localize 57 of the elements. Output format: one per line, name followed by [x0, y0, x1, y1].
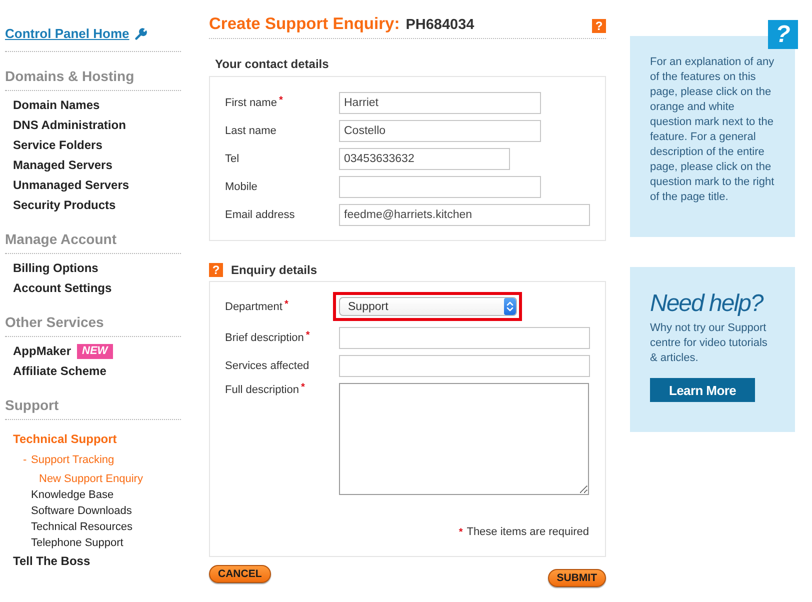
- submit-button[interactable]: SUBMIT: [548, 569, 606, 587]
- panel-heading: Need help?: [650, 290, 764, 318]
- input-field[interactable]: Harriet: [339, 92, 541, 114]
- required-mark: *: [300, 383, 305, 393]
- field-label: Last name: [225, 124, 276, 138]
- learn-more-button[interactable]: Learn More: [650, 378, 755, 402]
- section-heading: Support: [5, 396, 60, 414]
- sidebar-link[interactable]: Knowledge Base: [31, 487, 114, 503]
- section-heading: Domains & Hosting: [5, 67, 136, 85]
- sidebar-link[interactable]: Tell The Boss: [13, 551, 90, 571]
- input-field[interactable]: feedme@harriets.kitchen: [339, 204, 590, 226]
- section-heading: Enquiry details: [231, 262, 318, 278]
- sidebar-link[interactable]: Service Folders: [13, 135, 102, 155]
- stepper-icon: [504, 298, 516, 315]
- sidebar-link[interactable]: Affiliate Scheme: [13, 361, 106, 381]
- input-field[interactable]: [339, 327, 590, 349]
- section-heading: Manage Account: [5, 230, 118, 248]
- input-field[interactable]: 03453633632: [339, 148, 510, 170]
- field-label: Email address: [225, 208, 295, 222]
- required-mark: *: [278, 96, 283, 106]
- input-field[interactable]: [339, 355, 590, 377]
- dropdown-select[interactable]: Support: [339, 297, 517, 316]
- field-label: Services affected: [225, 359, 310, 373]
- sidebar-link[interactable]: Account Settings: [13, 278, 112, 298]
- field-label: Tel: [225, 152, 240, 166]
- required-mark: *: [458, 527, 463, 538]
- home-link[interactable]: Control Panel Home: [5, 26, 130, 42]
- sidebar-link[interactable]: DNS Administration: [13, 115, 126, 135]
- wrench-icon: [135, 28, 148, 40]
- field-label: First name: [225, 96, 277, 110]
- cancel-button[interactable]: CANCEL: [209, 565, 271, 583]
- input-field[interactable]: [339, 176, 541, 198]
- required-mark: *: [306, 331, 310, 341]
- section-heading: Other Services: [5, 313, 105, 331]
- sidebar-link[interactable]: Managed Servers: [13, 155, 112, 175]
- field-label: Brief description: [225, 331, 304, 345]
- page-title: Create Support Enquiry:: [209, 14, 400, 34]
- textarea-field[interactable]: [339, 383, 589, 495]
- sidebar-link[interactable]: Software Downloads: [31, 503, 132, 519]
- info-text: For an explanation of any of the features on this page, please click on the orange and white question mark next to the feature. For a general description of the entire page, please click on the question mark to the right of the page title.: [650, 55, 776, 205]
- panel-text: Why not try our Support centre for video tutorials & articles.: [650, 321, 768, 366]
- field-label: Mobile: [225, 180, 258, 194]
- sidebar-link[interactable]: Domain Names: [13, 95, 100, 115]
- required-mark: *: [284, 300, 288, 310]
- new-badge: NEW: [77, 344, 113, 358]
- field-label: Full description: [225, 383, 299, 397]
- reference-number: PH684034: [406, 16, 474, 32]
- input-field[interactable]: Costello: [339, 120, 541, 142]
- sidebar-link[interactable]: AppMaker: [13, 341, 72, 361]
- sidebar-link[interactable]: Unmanaged Servers: [13, 175, 130, 195]
- field-label: Department: [225, 300, 282, 314]
- required-note: These items are required: [466, 525, 589, 539]
- sidebar-link[interactable]: Technical Resources: [31, 519, 132, 535]
- sidebar-link[interactable]: Billing Options: [13, 258, 98, 278]
- sidebar-link[interactable]: Security Products: [13, 195, 116, 215]
- sidebar-link[interactable]: Telephone Support: [31, 535, 124, 551]
- section-heading: Your contact details: [214, 56, 330, 72]
